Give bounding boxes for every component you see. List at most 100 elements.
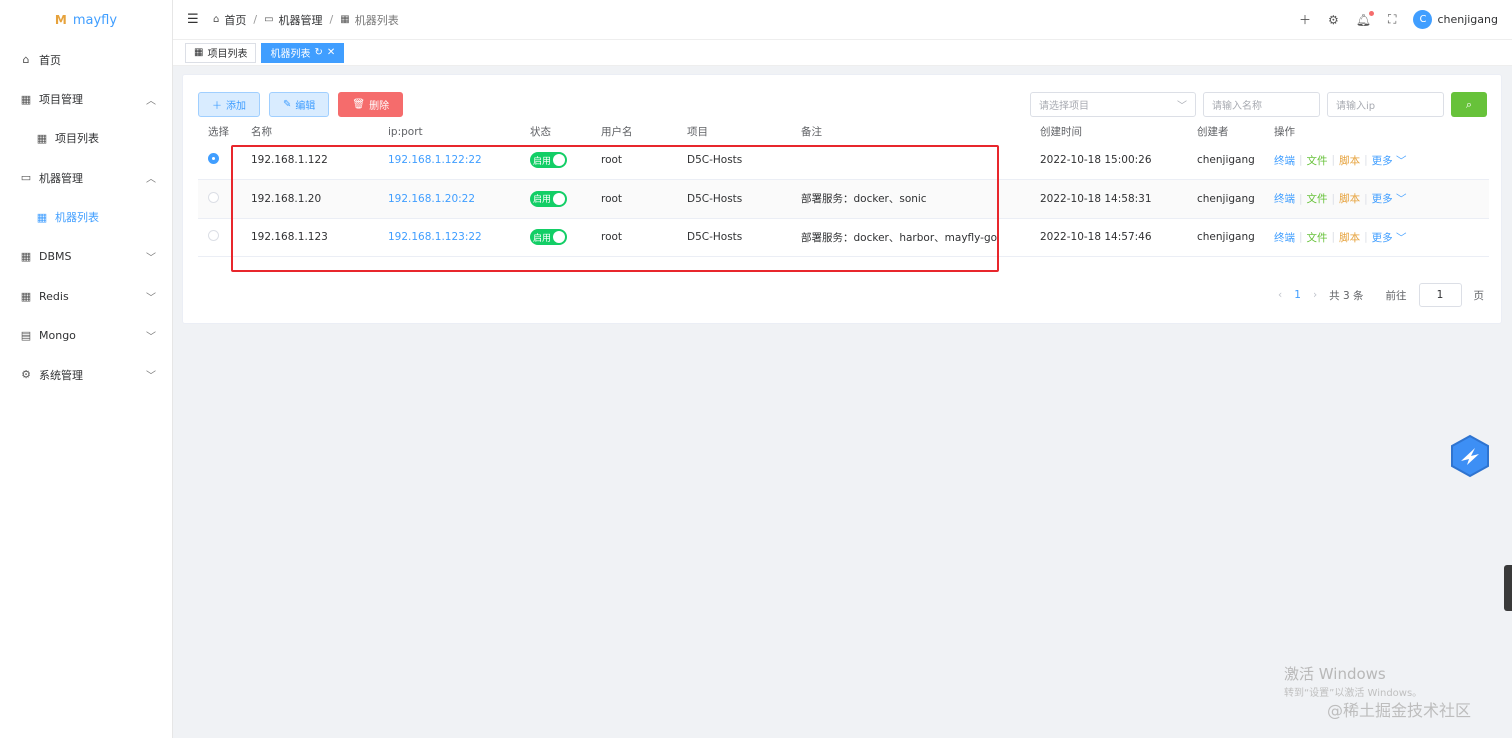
row-actions: 终端 | 文件 | 脚本 | 更多 ﹀ xyxy=(1274,191,1489,206)
action-divider: | xyxy=(1299,154,1303,166)
avatar: C xyxy=(1413,10,1433,29)
notification-dot xyxy=(1369,10,1375,16)
floating-bird-logo-icon[interactable] xyxy=(1449,434,1491,478)
file-link[interactable]: 文件 xyxy=(1307,191,1328,206)
status-toggle[interactable]: 启用 xyxy=(530,229,567,246)
file-link[interactable]: 文件 xyxy=(1307,153,1328,168)
grid-icon: ▦ xyxy=(36,131,48,145)
breadcrumb-item-home[interactable]: 首页 xyxy=(224,12,246,28)
project-select[interactable]: 请选择项目 ﹀ xyxy=(1030,92,1196,117)
chevron-down-icon: ﹀ xyxy=(146,371,156,383)
next-page-icon[interactable]: › xyxy=(1313,289,1317,301)
fullscreen-icon[interactable]: ⛶ xyxy=(1388,12,1396,27)
menu-toggle-icon[interactable]: ☰ xyxy=(187,12,201,27)
cell-remark: 部署服务：docker、sonic xyxy=(801,179,1040,219)
edit-icon: ✎ xyxy=(283,99,292,110)
more-dropdown[interactable]: 更多 ﹀ xyxy=(1372,230,1407,245)
plus-icon[interactable]: ＋ xyxy=(1299,11,1311,28)
more-dropdown[interactable]: 更多 ﹀ xyxy=(1372,153,1407,168)
sidebar-item-system[interactable]: ⚙ 系统管理 ﹀ xyxy=(0,355,172,394)
sidebar-item-project-mgmt[interactable]: ▦ 项目管理 ︿ xyxy=(0,79,172,118)
status-toggle[interactable]: 启用 xyxy=(530,190,567,207)
col-header-username: 用户名 xyxy=(601,126,633,138)
cell-name: 192.168.1.122 xyxy=(251,141,388,180)
chevron-down-icon: ﹀ xyxy=(1395,154,1407,167)
user-menu[interactable]: C chenjigang xyxy=(1413,10,1498,29)
top-header: ☰ ⌂ 首页 / ▭ 机器管理 / ▦ 机器列表 ＋ ⚙ 🔔︎ ⛶ C chen… xyxy=(173,0,1512,40)
more-label: 更多 xyxy=(1371,193,1393,206)
sidebar-item-dbms[interactable]: ▦ DBMS ﹀ xyxy=(0,237,172,276)
action-divider: | xyxy=(1331,231,1336,244)
sidebar-item-machine-mgmt[interactable]: ▭ 机器管理 ︿ xyxy=(0,158,172,197)
table-row[interactable]: 192.168.1.123 192.168.1.123:22 启用 root D… xyxy=(198,218,1489,257)
script-link[interactable]: 脚本 xyxy=(1339,191,1360,206)
status-toggle[interactable]: 启用 xyxy=(530,152,567,168)
chevron-down-icon: ﹀ xyxy=(1177,101,1187,112)
action-divider: | xyxy=(1299,231,1303,244)
chevron-down-icon: ﹀ xyxy=(146,253,156,265)
name-input-placeholder: 请输入名称 xyxy=(1212,101,1262,112)
row-select-radio[interactable] xyxy=(208,230,219,242)
sidebar-item-redis[interactable]: ▦ Redis ﹀ xyxy=(0,276,172,315)
terminal-link[interactable]: 终端 xyxy=(1274,230,1295,245)
edit-button[interactable]: ✎ 编辑 xyxy=(269,92,330,117)
name-input[interactable]: 请输入名称 xyxy=(1203,92,1320,117)
add-button[interactable]: ＋ 添加 xyxy=(198,92,260,117)
sidebar-item-project-list[interactable]: ▦ 项目列表 xyxy=(0,119,172,158)
delete-button[interactable]: 🗑︎ 删除 xyxy=(338,92,404,117)
tab-project-list[interactable]: ▦ 项目列表 xyxy=(185,42,257,63)
refresh-icon[interactable]: ↻ xyxy=(314,47,322,58)
side-widget-handle[interactable] xyxy=(1504,565,1512,611)
chevron-up-icon: ︿ xyxy=(146,174,156,186)
terminal-link[interactable]: 终端 xyxy=(1274,191,1295,206)
sidebar-item-label: 系统管理 xyxy=(39,368,83,382)
breadcrumb: ⌂ 首页 / ▭ 机器管理 / ▦ 机器列表 xyxy=(213,12,399,28)
cell-name: 192.168.1.20 xyxy=(251,179,388,219)
page-number-current[interactable]: 1 xyxy=(1294,289,1301,301)
prev-page-icon[interactable]: ‹ xyxy=(1278,289,1282,301)
action-divider: | xyxy=(1364,192,1368,205)
site-watermark: @稀土掘金技术社区 xyxy=(1327,701,1472,720)
sidebar-item-label: DBMS xyxy=(39,250,72,264)
grid-icon: ▦ xyxy=(340,14,350,25)
cell-username: root xyxy=(601,179,687,219)
table-row[interactable]: 192.168.1.20 192.168.1.20:22 启用 root D5C… xyxy=(198,179,1489,219)
cell-ipport-link[interactable]: 192.168.1.122:22 xyxy=(388,154,482,166)
tab-machine-list[interactable]: 机器列表 ↻ ✕ xyxy=(261,42,345,63)
search-button[interactable]: ⌕ xyxy=(1451,92,1487,117)
file-link[interactable]: 文件 xyxy=(1307,230,1328,245)
cell-ipport-link[interactable]: 192.168.1.123:22 xyxy=(388,231,482,243)
username: chenjigang xyxy=(1437,13,1498,26)
table-row[interactable]: 192.168.1.122 192.168.1.122:22 启用 root D… xyxy=(198,141,1489,180)
sidebar-item-mongo[interactable]: ▤ Mongo ﹀ xyxy=(0,316,172,355)
more-dropdown[interactable]: 更多 ﹀ xyxy=(1372,191,1407,206)
monitor-icon: ▭ xyxy=(264,14,274,25)
row-select-radio[interactable] xyxy=(208,191,219,203)
terminal-link[interactable]: 终端 xyxy=(1274,153,1295,168)
bell-icon[interactable]: 🔔︎ xyxy=(1356,10,1375,27)
sidebar-item-label: 首页 xyxy=(39,53,61,67)
breadcrumb-item-machine-mgmt[interactable]: 机器管理 xyxy=(279,12,323,28)
status-toggle-label: 启用 xyxy=(533,156,552,167)
action-divider: | xyxy=(1331,154,1336,166)
settings-icon[interactable]: ⚙ xyxy=(1328,13,1339,27)
col-header-ops: 操作 xyxy=(1274,126,1295,138)
sidebar-item-label: 项目管理 xyxy=(39,93,83,107)
sidebar-item-machine-list[interactable]: ▦ 机器列表 xyxy=(0,198,172,237)
script-link[interactable]: 脚本 xyxy=(1339,153,1360,168)
edit-button-label: 编辑 xyxy=(295,101,316,112)
action-divider: | xyxy=(1299,192,1303,205)
windows-activate-title: 激活 Windows xyxy=(1284,665,1386,683)
goto-page-input[interactable]: 1 xyxy=(1418,283,1462,307)
script-link[interactable]: 脚本 xyxy=(1339,230,1360,245)
cell-project: D5C-Hosts xyxy=(687,179,801,219)
ip-input[interactable]: 请输入ip xyxy=(1327,92,1444,117)
row-select-radio[interactable] xyxy=(208,153,219,164)
sidebar-item-label: 项目列表 xyxy=(55,132,99,146)
sidebar: M mayfly ⌂ 首页 ▦ 项目管理 ︿ ▦ 项目列表 ▭ 机器管理 ︿ ▦… xyxy=(0,0,173,738)
more-label: 更多 xyxy=(1371,231,1393,244)
app-logo[interactable]: M mayfly xyxy=(0,0,172,40)
cell-ipport-link[interactable]: 192.168.1.20:22 xyxy=(388,193,475,205)
sidebar-item-home[interactable]: ⌂ 首页 xyxy=(0,40,172,79)
close-icon[interactable]: ✕ xyxy=(327,47,335,58)
